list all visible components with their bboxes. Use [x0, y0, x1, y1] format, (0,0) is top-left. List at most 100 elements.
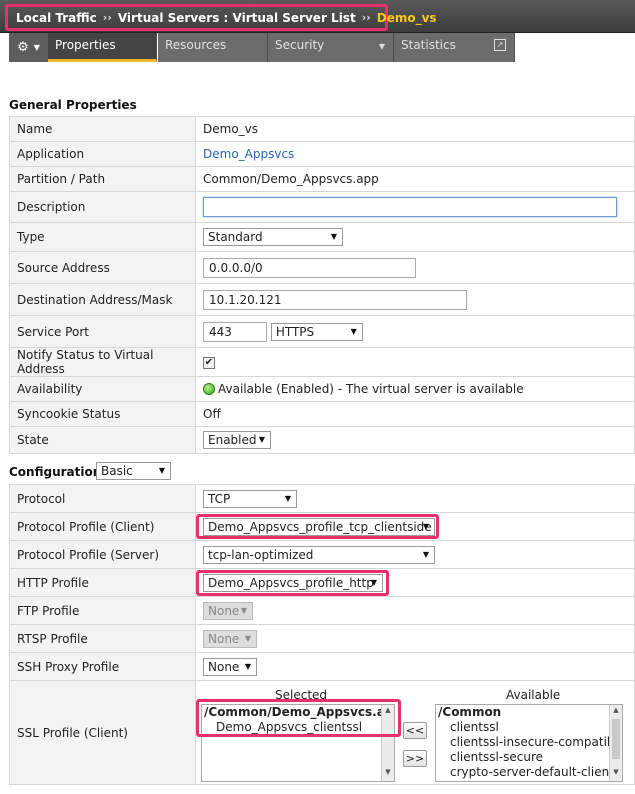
- http-profile-label: HTTP Profile: [9, 568, 196, 597]
- scrollbar[interactable]: ▲ ▼: [609, 705, 622, 781]
- list-group: /Common/Demo_Appsvcs.app: [204, 705, 395, 719]
- rtsp-profile-select: None ▼: [203, 629, 257, 648]
- general-properties-table: Name Demo_vs Application Demo_Appsvcs Pa…: [9, 116, 635, 454]
- chevron-down-icon: ▼: [33, 43, 40, 52]
- chevron-down-icon: ▼: [378, 42, 385, 51]
- list-item[interactable]: crypto-server-default-clientssl: [436, 765, 622, 780]
- partition-label: Partition / Path: [9, 166, 196, 192]
- server-profile-label: Protocol Profile (Server): [9, 540, 196, 569]
- chevron-down-icon: ▼: [244, 633, 251, 643]
- selected-header: Selected: [275, 688, 328, 702]
- service-port-label: Service Port: [9, 315, 196, 348]
- syncookie-label: Syncookie Status: [9, 401, 196, 427]
- scroll-up-icon: ▲: [385, 706, 391, 714]
- protocol-label: Protocol: [9, 484, 196, 513]
- source-address-label: Source Address: [9, 251, 196, 284]
- list-item[interactable]: clientssl: [436, 720, 622, 735]
- source-address-input[interactable]: 0.0.0.0/0: [203, 257, 416, 278]
- chevron-down-icon: ▼: [158, 466, 165, 475]
- scroll-down-icon: ▼: [613, 768, 619, 776]
- type-label: Type: [9, 222, 196, 252]
- configuration-mode-select[interactable]: Basic ▼: [96, 462, 171, 480]
- scrollbar-thumb[interactable]: [612, 719, 620, 759]
- gear-menu-button[interactable]: ⚙ ▼: [9, 33, 48, 62]
- http-profile-select-value: Demo_Appsvcs_profile_http: [208, 575, 374, 590]
- rtsp-profile-label: RTSP Profile: [9, 624, 196, 653]
- tab-security-label: Security: [275, 38, 325, 52]
- server-profile-select-value: tcp-lan-optimized: [208, 547, 314, 562]
- tab-properties[interactable]: Properties: [48, 33, 157, 62]
- ssh-profile-select[interactable]: None ▼: [203, 657, 257, 676]
- server-profile-select[interactable]: tcp-lan-optimized ▼: [203, 545, 435, 564]
- destination-input[interactable]: 10.1.20.121: [203, 289, 467, 310]
- breadcrumb-local-traffic[interactable]: Local Traffic: [16, 11, 97, 25]
- list-item[interactable]: clientssl-insecure-compatible: [436, 735, 622, 750]
- description-label: Description: [9, 191, 196, 223]
- chevron-down-icon: ▼: [370, 577, 377, 587]
- chevron-down-icon: ▼: [284, 493, 291, 503]
- selected-ssl-list[interactable]: /Common/Demo_Appsvcs.app Demo_Appsvcs_cl…: [201, 704, 395, 782]
- chevron-down-icon: ▼: [258, 435, 265, 444]
- chevron-down-icon: ▼: [240, 605, 247, 615]
- destination-label: Destination Address/Mask: [9, 283, 196, 316]
- general-properties-title: General Properties: [9, 98, 137, 112]
- ftp-profile-select-value: None: [208, 603, 240, 618]
- protocol-select[interactable]: TCP ▼: [203, 489, 297, 508]
- ftp-profile-select: None ▼: [203, 601, 253, 620]
- gear-icon: ⚙: [17, 40, 29, 55]
- ssl-profile-label: SSL Profile (Client): [9, 680, 196, 785]
- availability-label: Availability: [9, 376, 196, 402]
- breadcrumb-separator: ››: [361, 11, 371, 24]
- tab-security[interactable]: Security ▼: [268, 33, 394, 62]
- ssh-profile-select-value: None: [208, 659, 240, 674]
- ssh-profile-label: SSH Proxy Profile: [9, 652, 196, 681]
- availability-value: Available (Enabled) - The virtual server…: [218, 382, 524, 396]
- breadcrumb: Local Traffic ›› Virtual Servers : Virtu…: [5, 4, 437, 31]
- list-group: /Common: [438, 705, 502, 719]
- tab-resources[interactable]: Resources: [158, 33, 268, 62]
- chevron-down-icon: ▼: [244, 661, 251, 671]
- notify-status-checkbox[interactable]: ✔: [203, 356, 215, 369]
- scroll-up-icon: ▲: [613, 706, 619, 714]
- syncookie-value: Off: [195, 401, 635, 427]
- description-input[interactable]: [203, 197, 617, 217]
- client-profile-label: Protocol Profile (Client): [9, 512, 196, 541]
- type-select[interactable]: Standard ▼: [203, 228, 343, 246]
- state-label: State: [9, 426, 196, 454]
- service-port-input[interactable]: 443: [203, 321, 267, 342]
- name-label: Name: [9, 116, 196, 142]
- state-select[interactable]: Enabled ▼: [203, 431, 271, 449]
- chevron-down-icon: ▼: [422, 521, 429, 531]
- remove-from-selected-button[interactable]: >>: [403, 750, 427, 767]
- breadcrumb-separator: ››: [102, 11, 112, 24]
- scrollbar[interactable]: ▲ ▼: [381, 705, 394, 781]
- client-profile-select[interactable]: Demo_Appsvcs_profile_tcp_clientside ▼: [203, 517, 435, 536]
- external-link-icon: ↗: [494, 39, 506, 51]
- service-port-select[interactable]: HTTPS ▼: [270, 322, 363, 341]
- application-label: Application: [9, 141, 196, 167]
- ftp-profile-label: FTP Profile: [9, 596, 196, 625]
- tab-row: ⚙ ▼ Properties Resources Security ▼ Stat…: [0, 33, 635, 64]
- notify-status-label: Notify Status to Virtual Address: [9, 347, 196, 377]
- breadcrumb-current: Demo_vs: [376, 10, 437, 25]
- top-bar: Local Traffic ›› Virtual Servers : Virtu…: [0, 0, 635, 33]
- available-header: Available: [506, 688, 561, 702]
- client-profile-select-value: Demo_Appsvcs_profile_tcp_clientside: [208, 519, 432, 534]
- tab-statistics[interactable]: Statistics ↗: [394, 33, 515, 62]
- rtsp-profile-select-value: None: [208, 631, 240, 646]
- available-ssl-list[interactable]: /Common clientssl clientssl-insecure-com…: [435, 704, 623, 782]
- scroll-down-icon: ▼: [385, 768, 391, 776]
- name-value: Demo_vs: [195, 116, 635, 142]
- http-profile-select[interactable]: Demo_Appsvcs_profile_http ▼: [203, 573, 383, 592]
- service-port-select-value: HTTPS: [275, 324, 315, 339]
- state-select-value: Enabled: [208, 433, 257, 447]
- breadcrumb-virtual-server-list[interactable]: Virtual Servers : Virtual Server List: [118, 11, 356, 25]
- type-select-value: Standard: [208, 230, 263, 244]
- chevron-down-icon: ▼: [350, 326, 357, 336]
- application-link[interactable]: Demo_Appsvcs: [203, 147, 294, 161]
- list-item[interactable]: Demo_Appsvcs_clientssl: [202, 720, 394, 735]
- status-green-icon: [203, 383, 215, 395]
- list-item[interactable]: clientssl-secure: [436, 750, 622, 765]
- partition-value: Common/Demo_Appsvcs.app: [195, 166, 635, 192]
- add-to-selected-button[interactable]: <<: [403, 722, 427, 739]
